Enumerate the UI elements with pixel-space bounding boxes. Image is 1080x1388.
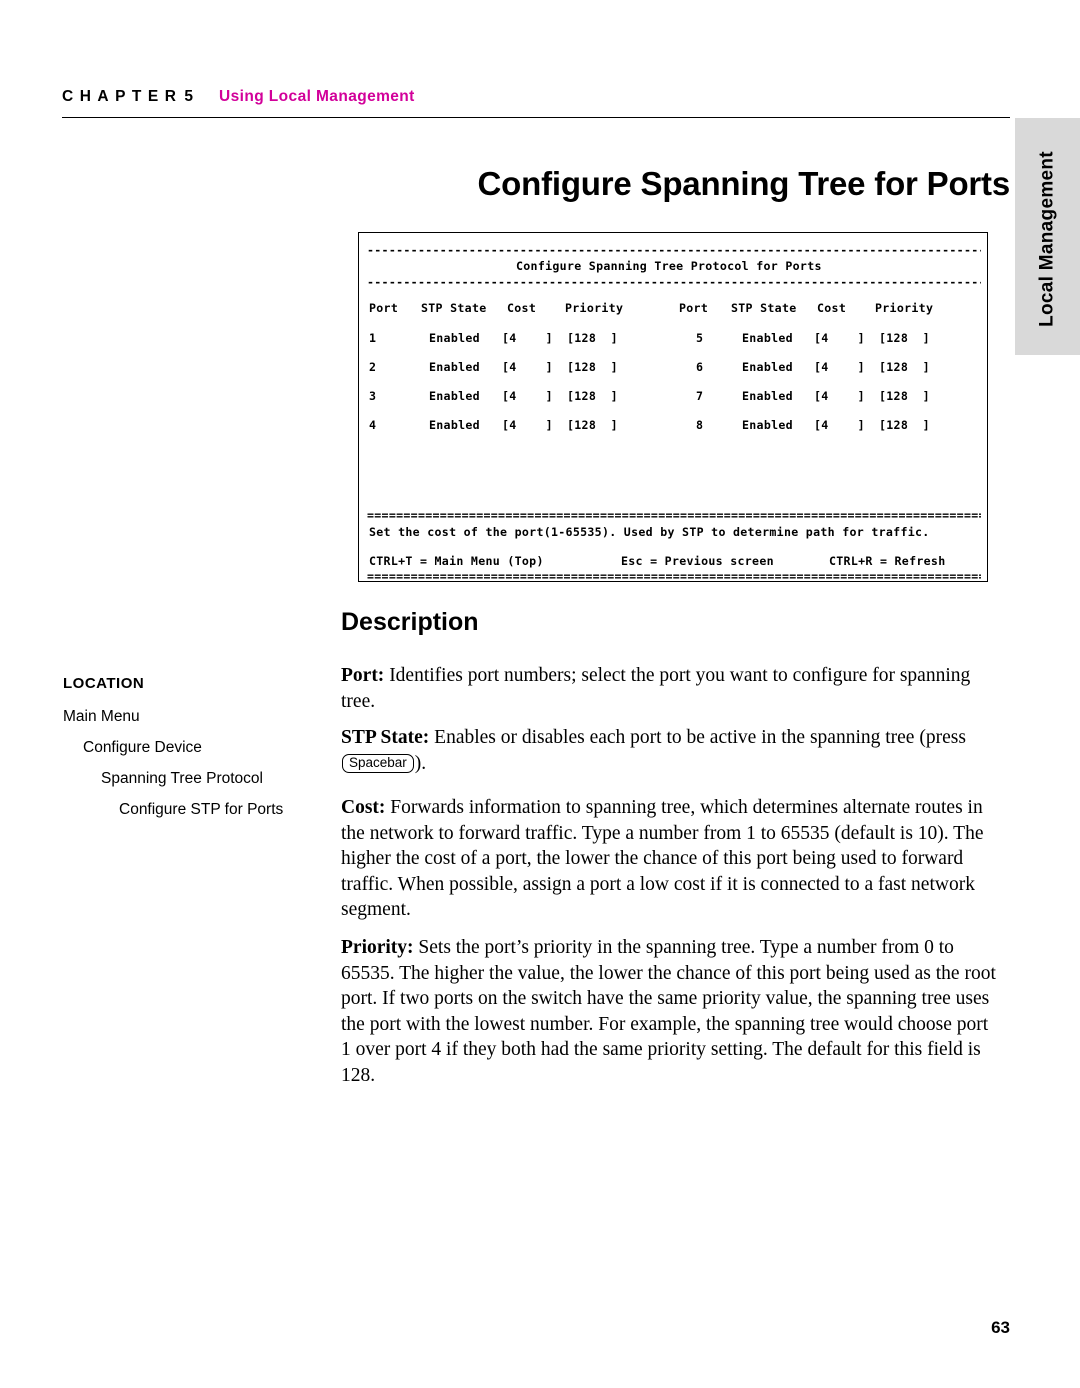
- chapter-word: CHAPTER: [62, 88, 183, 105]
- row-cost-left[interactable]: [4 ]: [502, 418, 553, 432]
- chapter-line: CHAPTER 5 Using Local Management: [62, 88, 1012, 106]
- terminal-content: ----------------------------------------…: [359, 233, 987, 581]
- col-header-priority-left: Priority: [565, 301, 624, 315]
- terminal-key-refresh[interactable]: CTRL+R = Refresh: [829, 554, 945, 568]
- header-divider: [62, 117, 1010, 119]
- row-cost-right[interactable]: [4 ]: [814, 360, 865, 374]
- col-header-port-left: Port: [369, 301, 399, 315]
- paragraph-port-label: Port:: [341, 665, 385, 686]
- row-priority-right[interactable]: [128 ]: [879, 360, 930, 374]
- location-title: LOCATION: [63, 675, 145, 692]
- col-header-port-right: Port: [679, 301, 709, 315]
- side-tab-label: Local Management: [1036, 151, 1058, 327]
- row-priority-right[interactable]: [128 ]: [879, 389, 930, 403]
- col-header-cost-right: Cost: [817, 301, 847, 315]
- description-heading: Description: [341, 608, 479, 636]
- location-item-configure-stp-ports: Configure STP for Ports: [119, 801, 284, 818]
- row-state-left[interactable]: Enabled: [429, 389, 480, 403]
- paragraph-stp-text-b: ).: [414, 752, 427, 774]
- col-header-state-right: STP State: [731, 301, 797, 315]
- paragraph-stp-label: STP State:: [341, 727, 430, 748]
- page-number: 63: [991, 1318, 1010, 1337]
- row-state-left[interactable]: Enabled: [429, 331, 480, 345]
- paragraph-cost-text: Forwards information to spanning tree, w…: [341, 797, 984, 920]
- paragraph-port-text: Identifies port numbers; select the port…: [341, 665, 971, 712]
- row-state-right[interactable]: Enabled: [742, 360, 793, 374]
- row-port-left: 3: [369, 389, 377, 403]
- row-port-left: 4: [369, 418, 377, 432]
- row-priority-right[interactable]: [128 ]: [879, 418, 930, 432]
- terminal-key-top[interactable]: CTRL+T = Main Menu (Top): [369, 554, 544, 568]
- row-port-left: 2: [369, 360, 377, 374]
- location-item-main-menu: Main Menu: [63, 708, 140, 725]
- page-title: Configure Spanning Tree for Ports: [477, 165, 1011, 202]
- col-header-state-left: STP State: [421, 301, 487, 315]
- paragraph-priority-text: Sets the port’s priority in the spanning…: [341, 937, 996, 1086]
- row-state-left[interactable]: Enabled: [429, 418, 480, 432]
- chapter-number: 5: [184, 88, 194, 105]
- paragraph-stp-text-a: Enables or disables each port to be acti…: [429, 727, 966, 748]
- terminal-rule-top: ----------------------------------------…: [367, 243, 981, 257]
- row-port-right: 7: [696, 389, 704, 403]
- terminal-help-line: Set the cost of the port(1-65535). Used …: [369, 525, 930, 539]
- row-cost-right[interactable]: [4 ]: [814, 331, 865, 345]
- location-item-configure-device: Configure Device: [83, 739, 202, 756]
- terminal-screen: ----------------------------------------…: [358, 232, 988, 582]
- row-cost-right[interactable]: [4 ]: [814, 418, 865, 432]
- row-state-left[interactable]: Enabled: [429, 360, 480, 374]
- paragraph-priority-label: Priority:: [341, 937, 414, 958]
- terminal-screen-title: Configure Spanning Tree Protocol for Por…: [516, 259, 822, 273]
- location-item-spanning-tree: Spanning Tree Protocol: [101, 770, 263, 787]
- side-tab: Local Management: [1015, 118, 1080, 355]
- row-state-right[interactable]: Enabled: [742, 331, 793, 345]
- col-header-cost-left: Cost: [507, 301, 537, 315]
- row-priority-left[interactable]: [128 ]: [567, 331, 618, 345]
- terminal-key-previous[interactable]: Esc = Previous screen: [621, 554, 774, 568]
- paragraph-cost-label: Cost:: [341, 797, 386, 818]
- col-header-priority-right: Priority: [875, 301, 934, 315]
- chapter-header: CHAPTER 5 Using Local Management: [62, 88, 1012, 106]
- chapter-title: Using Local Management: [219, 88, 415, 105]
- row-priority-left[interactable]: [128 ]: [567, 389, 618, 403]
- row-port-right: 6: [696, 360, 704, 374]
- terminal-rule-under-title: ----------------------------------------…: [367, 275, 981, 289]
- paragraph-priority: Priority: Sets the port’s priority in th…: [341, 935, 1002, 1088]
- paragraph-cost: Cost: Forwards information to spanning t…: [341, 795, 1002, 923]
- row-state-right[interactable]: Enabled: [742, 418, 793, 432]
- row-port-right: 5: [696, 331, 704, 345]
- spacebar-keycap: Spacebar: [342, 753, 414, 773]
- paragraph-stp-state: STP State: Enables or disables each port…: [341, 725, 1002, 776]
- terminal-rule-footer-top: ========================================…: [367, 508, 981, 522]
- row-port-left: 1: [369, 331, 377, 345]
- row-priority-left[interactable]: [128 ]: [567, 360, 618, 374]
- row-port-right: 8: [696, 418, 704, 432]
- row-state-right[interactable]: Enabled: [742, 389, 793, 403]
- row-cost-right[interactable]: [4 ]: [814, 389, 865, 403]
- paragraph-port: Port: Identifies port numbers; select th…: [341, 663, 1002, 714]
- row-cost-left[interactable]: [4 ]: [502, 331, 553, 345]
- row-cost-left[interactable]: [4 ]: [502, 389, 553, 403]
- terminal-rule-footer-bottom: ========================================…: [367, 569, 981, 582]
- row-cost-left[interactable]: [4 ]: [502, 360, 553, 374]
- row-priority-right[interactable]: [128 ]: [879, 331, 930, 345]
- row-priority-left[interactable]: [128 ]: [567, 418, 618, 432]
